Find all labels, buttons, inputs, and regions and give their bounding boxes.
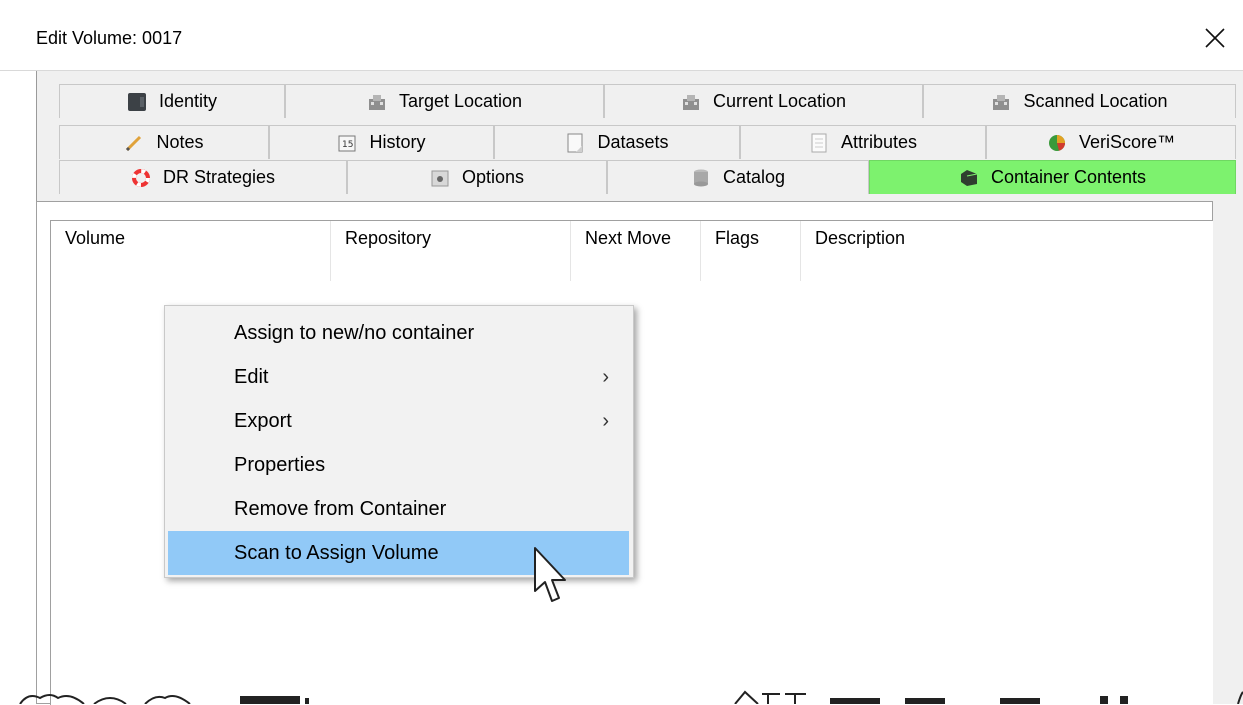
tab-label: Target Location xyxy=(398,91,523,111)
svg-text:15: 15 xyxy=(342,140,353,150)
tab-label: Current Location xyxy=(712,91,847,111)
tab-label: Scanned Location xyxy=(1023,91,1168,111)
tab-label: VeriScore™ xyxy=(1078,132,1176,152)
document-icon xyxy=(567,133,583,152)
menu-item-label: Assign to new/no container xyxy=(234,322,475,344)
menu-item-label: Edit xyxy=(234,366,269,388)
database-icon xyxy=(693,169,708,186)
submenu-arrow-icon: › xyxy=(602,366,609,388)
column-header-flags[interactable]: Flags xyxy=(701,221,801,281)
container-icon xyxy=(960,169,978,186)
calendar-icon: 15 xyxy=(338,135,356,151)
close-icon xyxy=(1205,28,1225,48)
tab-attributes[interactable]: Attributes xyxy=(740,125,986,159)
menu-item-properties[interactable]: Properties xyxy=(168,443,629,487)
tab-options[interactable]: Options xyxy=(347,160,607,194)
column-header-volume[interactable]: Volume xyxy=(51,221,331,281)
tab-datasets[interactable]: Datasets xyxy=(494,125,740,159)
tab-row-2: Notes 15 History Datasets Attributes Ver… xyxy=(59,125,1236,159)
tab-notes[interactable]: Notes xyxy=(59,125,269,159)
mouse-pointer-icon xyxy=(534,547,566,602)
tab-label: Options xyxy=(461,167,525,187)
tab-label: DR Strategies xyxy=(162,167,276,187)
pencil-icon xyxy=(126,135,142,151)
tab-dr-strategies[interactable]: DR Strategies xyxy=(59,160,347,194)
tab-container-contents[interactable]: Container Contents xyxy=(869,160,1236,194)
building-icon xyxy=(368,94,385,110)
column-header-description[interactable]: Description xyxy=(801,221,1215,281)
menu-item-label: Export xyxy=(234,410,292,432)
tab-catalog[interactable]: Catalog xyxy=(607,160,869,194)
column-header-repository[interactable]: Repository xyxy=(331,221,571,281)
column-header-next-move[interactable]: Next Move xyxy=(571,221,701,281)
tab-label: History xyxy=(369,132,426,152)
tab-current-location[interactable]: Current Location xyxy=(604,84,923,118)
submenu-arrow-icon: › xyxy=(602,410,609,432)
tab-label: Identity xyxy=(158,91,218,111)
tab-label: Container Contents xyxy=(990,167,1147,187)
tab-label: Catalog xyxy=(722,167,786,187)
close-button[interactable] xyxy=(1195,18,1235,58)
list-icon xyxy=(811,133,827,152)
building-icon xyxy=(993,94,1010,110)
tab-history[interactable]: 15 History xyxy=(269,125,494,159)
tab-label: Notes xyxy=(156,132,204,152)
tab-label: Attributes xyxy=(840,132,918,152)
menu-item-export[interactable]: Export › xyxy=(168,399,629,443)
context-menu: Assign to new/no container Edit › Export… xyxy=(164,305,634,578)
building-icon xyxy=(682,94,699,110)
cropped-glyphs xyxy=(19,690,1243,704)
menu-item-remove-from-container[interactable]: Remove from Container xyxy=(168,487,629,531)
window-title: Edit Volume: 0017 xyxy=(36,28,183,48)
options-icon xyxy=(431,170,449,186)
tab-scanned-location[interactable]: Scanned Location xyxy=(923,84,1236,118)
tab-row-3: DR Strategies Options Catalog Container … xyxy=(59,160,1236,194)
tab-target-location[interactable]: Target Location xyxy=(285,84,604,118)
title-bar: Edit Volume: 0017 xyxy=(0,0,1243,71)
menu-item-label: Scan to Assign Volume xyxy=(234,542,439,564)
lifebuoy-icon xyxy=(131,168,150,187)
tab-label: Datasets xyxy=(597,132,669,152)
edit-volume-dialog: Edit Volume: 0017 Identity Target Locati… xyxy=(0,0,1243,705)
menu-item-label: Properties xyxy=(234,454,326,476)
menu-item-label: Remove from Container xyxy=(234,498,447,520)
tab-row-1: Identity Target Location Current Locatio… xyxy=(59,84,1236,118)
identity-card-icon xyxy=(127,92,146,111)
menu-item-assign-container[interactable]: Assign to new/no container xyxy=(168,311,629,355)
tab-veriscore[interactable]: VeriScore™ xyxy=(986,125,1236,159)
menu-item-edit[interactable]: Edit › xyxy=(168,355,629,399)
tab-identity[interactable]: Identity xyxy=(59,84,285,118)
cropped-content-strip xyxy=(0,690,1243,704)
list-header: Volume Repository Next Move Flags Descri… xyxy=(51,221,1215,281)
pie-chart-icon xyxy=(1048,134,1065,151)
